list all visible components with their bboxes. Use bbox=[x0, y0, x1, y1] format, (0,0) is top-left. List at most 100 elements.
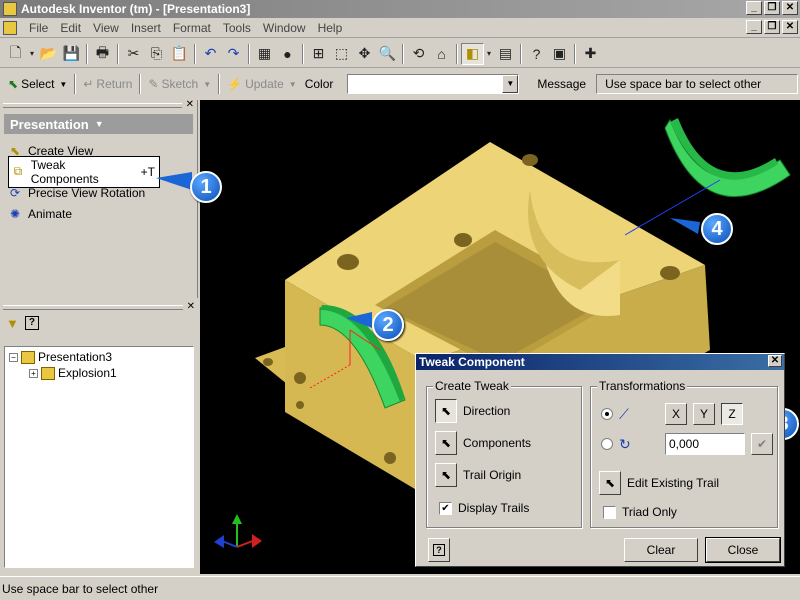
help-icon[interactable]: ? bbox=[24, 316, 39, 330]
trail-origin-pick-button[interactable]: ⬉ bbox=[435, 463, 457, 487]
open-folder-icon[interactable]: 📂 bbox=[37, 43, 60, 65]
pan-icon[interactable]: ✥ bbox=[353, 43, 376, 65]
axis-y-button[interactable]: Y bbox=[693, 403, 715, 425]
animate-item[interactable]: ✺ Animate bbox=[0, 203, 197, 224]
axis-z-button[interactable]: Z bbox=[721, 403, 743, 425]
clear-button[interactable]: Clear bbox=[624, 538, 698, 562]
dialog-close-icon[interactable]: ✕ bbox=[768, 355, 782, 367]
chevron-down-icon[interactable]: ▼ bbox=[289, 80, 297, 89]
return-icon: ↵ bbox=[83, 77, 94, 91]
zoom-icon[interactable]: 🔍 bbox=[376, 43, 399, 65]
display-trails-label: Display Trails bbox=[458, 501, 530, 515]
shaded-display-icon[interactable]: ◧ bbox=[461, 42, 484, 65]
model-tree-panel: ✕ ▼ ? − Presentation3 + Explosion1 bbox=[0, 302, 198, 574]
rotation-icon: ⟳ bbox=[9, 185, 21, 200]
zoom-window-icon[interactable]: ⬚ bbox=[330, 43, 353, 65]
help-icon[interactable]: ? bbox=[525, 43, 548, 65]
sketch-label: Sketch bbox=[161, 77, 199, 91]
add-icon[interactable]: ✚ bbox=[579, 43, 602, 65]
paste-icon[interactable]: 📋 bbox=[168, 43, 191, 65]
apply-check-button[interactable]: ✔ bbox=[751, 433, 773, 455]
look-at-icon[interactable]: ⌂ bbox=[430, 43, 453, 65]
doc-minimize-button[interactable]: _ bbox=[746, 20, 762, 34]
menu-bar: File Edit View Insert Format Tools Windo… bbox=[0, 18, 800, 38]
redo-icon[interactable]: ↷ bbox=[222, 43, 245, 65]
copy-icon[interactable]: ⎘ bbox=[145, 43, 168, 65]
close-icon[interactable]: ✕ bbox=[187, 302, 195, 312]
doc-close-button[interactable]: ✕ bbox=[782, 20, 798, 34]
triad-only-checkbox[interactable] bbox=[603, 505, 616, 519]
direction-pick-button[interactable]: ⬉ bbox=[435, 399, 457, 423]
close-button[interactable]: ✕ bbox=[782, 1, 798, 15]
menu-help[interactable]: Help bbox=[312, 21, 349, 35]
menu-view[interactable]: View bbox=[87, 21, 125, 35]
menu-tools[interactable]: Tools bbox=[217, 21, 257, 35]
chevron-down-icon[interactable]: ▼ bbox=[95, 119, 104, 129]
menu-window[interactable]: Window bbox=[257, 21, 312, 35]
filter-icon[interactable]: ▼ bbox=[6, 316, 19, 331]
calculator-icon[interactable]: ▦ bbox=[253, 43, 276, 65]
document-icon[interactable] bbox=[3, 20, 17, 35]
return-button[interactable]: ↵ Return bbox=[79, 77, 136, 91]
toolbar-separator bbox=[402, 43, 404, 64]
edit-existing-trail-label: Edit Existing Trail bbox=[627, 476, 720, 490]
transformations-label: Transformations bbox=[597, 379, 688, 393]
display-trails-checkbox[interactable]: ✔ bbox=[439, 501, 452, 515]
update-lightning-icon: ⚡ bbox=[227, 77, 243, 91]
menu-format[interactable]: Format bbox=[167, 21, 217, 35]
collapse-icon[interactable]: − bbox=[9, 352, 18, 362]
expand-icon[interactable]: + bbox=[29, 368, 38, 378]
rotate-icon[interactable]: ⟲ bbox=[407, 43, 430, 65]
menu-edit[interactable]: Edit bbox=[54, 21, 87, 35]
components-label: Components bbox=[463, 436, 532, 450]
dialog-help-button[interactable]: ? bbox=[428, 538, 450, 562]
parameters-icon[interactable]: ▣ bbox=[548, 43, 571, 65]
tree-root[interactable]: − Presentation3 bbox=[5, 349, 193, 365]
new-dropdown-icon[interactable]: ▾ bbox=[27, 43, 37, 65]
panel-grip[interactable]: ✕ bbox=[0, 100, 197, 110]
color-label: Color bbox=[304, 77, 334, 91]
chevron-down-icon[interactable]: ▼ bbox=[59, 80, 67, 89]
minimize-button[interactable]: _ bbox=[746, 1, 762, 15]
panel-title[interactable]: Presentation ▼ bbox=[4, 114, 193, 134]
panel-grip[interactable]: ✕ bbox=[0, 302, 198, 312]
chevron-down-icon[interactable]: ▼ bbox=[502, 75, 519, 93]
chevron-down-icon[interactable]: ▼ bbox=[203, 80, 211, 89]
components-pick-button[interactable]: ⬉ bbox=[435, 431, 457, 455]
menu-file[interactable]: File bbox=[23, 21, 54, 35]
sketch-button[interactable]: ✎ Sketch ▼ bbox=[144, 77, 215, 91]
color-select[interactable]: ▼ bbox=[347, 74, 520, 94]
menu-insert[interactable]: Insert bbox=[125, 21, 167, 35]
tree-child-label: Explosion1 bbox=[58, 366, 117, 380]
cursor-arrow-icon: ⬉ bbox=[440, 436, 452, 450]
tree-child[interactable]: + Explosion1 bbox=[5, 365, 193, 381]
sphere-icon[interactable]: ● bbox=[276, 43, 299, 65]
tweak-component-dialog: Tweak Component ✕ Create Tweak ⬉ Directi… bbox=[415, 353, 785, 567]
axis-x-button[interactable]: X bbox=[665, 403, 687, 425]
close-button[interactable]: Close bbox=[705, 537, 781, 563]
rotate-radio[interactable] bbox=[601, 438, 613, 450]
display-trails-row: ✔ Display Trails bbox=[439, 501, 529, 515]
cut-icon[interactable]: ✂ bbox=[122, 43, 145, 65]
doc-restore-button[interactable]: ❐ bbox=[764, 20, 780, 34]
translate-row: ⟋ X Y Z bbox=[601, 403, 743, 425]
save-icon[interactable]: 💾 bbox=[60, 43, 83, 65]
print-icon[interactable]: 🖶 bbox=[91, 43, 114, 65]
message-field: Use space bar to select other bbox=[596, 74, 799, 94]
transform-value-input[interactable]: 0,000 bbox=[665, 433, 745, 455]
restore-button[interactable]: ❐ bbox=[764, 1, 780, 15]
dialog-title-bar[interactable]: Tweak Component ✕ bbox=[416, 354, 784, 370]
rotate-arrow-icon: ↻ bbox=[619, 435, 631, 452]
new-file-icon[interactable]: 🗋 bbox=[4, 43, 27, 65]
edit-trail-pick-button[interactable]: ⬉ bbox=[599, 471, 621, 495]
display-dropdown-icon[interactable]: ▾ bbox=[484, 43, 494, 65]
update-button[interactable]: ⚡ Update ▼ bbox=[223, 77, 301, 91]
undo-icon[interactable]: ↶ bbox=[199, 43, 222, 65]
close-icon[interactable]: ✕ bbox=[186, 100, 194, 110]
select-button[interactable]: ⬉ Select ▼ bbox=[4, 77, 71, 91]
toolbar-separator bbox=[302, 43, 304, 64]
message-label: Message bbox=[537, 77, 587, 91]
translate-radio[interactable] bbox=[601, 408, 613, 420]
camera-icon[interactable]: ▤ bbox=[494, 43, 517, 65]
zoom-all-icon[interactable]: ⊞ bbox=[307, 43, 330, 65]
